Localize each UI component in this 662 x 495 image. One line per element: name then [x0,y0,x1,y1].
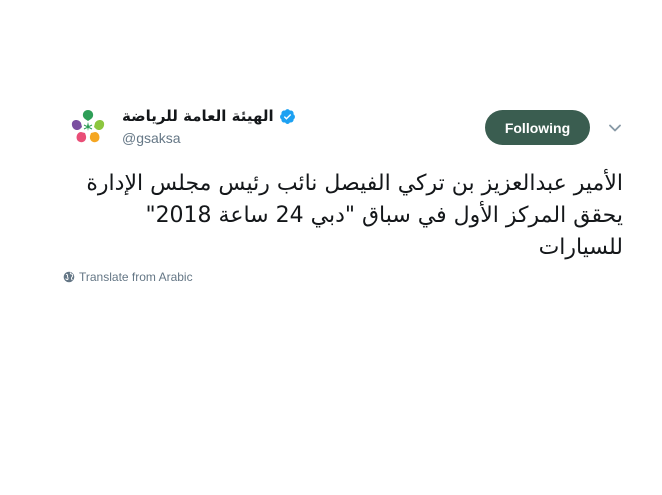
translate-label: Translate from Arabic [79,270,193,284]
user-handle[interactable]: @gsaksa [122,130,422,146]
tweet-text: الأمير عبدالعزيز بن تركي الفيصل نائب رئي… [62,168,623,264]
following-button[interactable]: Following [485,110,590,145]
verified-badge-icon [279,108,296,125]
tweet-text-line: للسيارات [538,235,623,260]
name-row: الهيئة العامة للرياضة [122,104,422,128]
globe-icon [63,271,75,283]
avatar[interactable] [69,108,107,146]
sports-authority-logo-icon [70,109,106,145]
chevron-down-icon[interactable] [607,120,623,136]
user-info: الهيئة العامة للرياضة @gsaksa [122,104,422,146]
tweet-text-line: يحقق المركز الأول في سباق "دبي 24 ساعة 2… [145,203,623,228]
tweet-text-line: الأمير عبدالعزيز بن تركي الفيصل نائب رئي… [86,171,623,196]
display-name[interactable]: الهيئة العامة للرياضة [122,107,274,125]
tweet-card: الهيئة العامة للرياضة @gsaksa Following … [0,0,662,495]
translate-link[interactable]: Translate from Arabic [63,270,193,284]
